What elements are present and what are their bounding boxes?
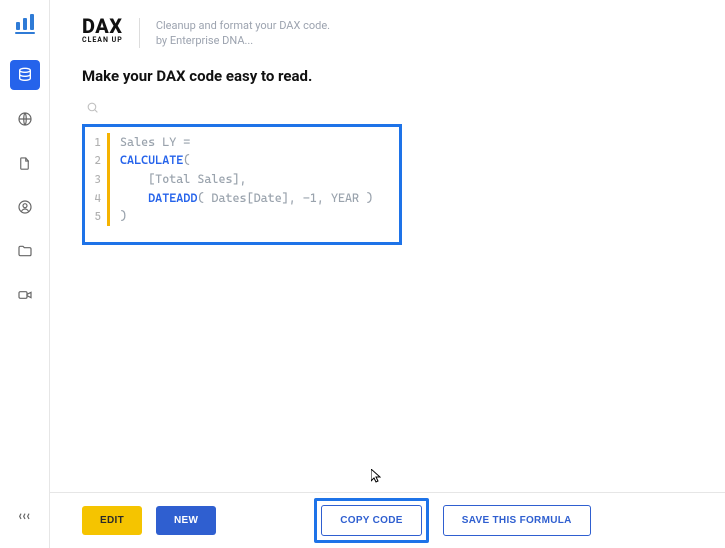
sidebar-item-user[interactable] [10, 192, 40, 222]
new-button[interactable]: NEW [156, 506, 216, 535]
code-line: 4 DATEADD( Dates[Date], -1, YEAR ) [91, 189, 391, 208]
tagline-line2: by Enterprise DNA... [156, 33, 330, 48]
line-number: 3 [91, 171, 107, 188]
sidebar-item-video[interactable] [10, 280, 40, 310]
line-number: 2 [91, 152, 107, 169]
header-divider [139, 18, 140, 48]
line-number: 4 [91, 190, 107, 207]
code-line: 5) [91, 207, 391, 226]
brand-main: DAX [82, 16, 123, 36]
line-number: 1 [91, 134, 107, 151]
header: DAX CLEAN UP Cleanup and format your DAX… [82, 16, 693, 49]
save-formula-button[interactable]: SAVE THIS FORMULA [443, 505, 591, 536]
app-logo [13, 12, 37, 36]
gutter-bar [107, 151, 110, 170]
code-content: Sales LY = [120, 133, 190, 152]
gutter-bar [107, 170, 110, 189]
tagline-line1: Cleanup and format your DAX code. [156, 18, 330, 33]
sidebar-item-folder[interactable] [10, 236, 40, 266]
code-editor[interactable]: 1Sales LY =2CALCULATE(3 [Total Sales],4 … [82, 124, 402, 245]
code-content: [Total Sales], [120, 170, 247, 189]
line-number: 5 [91, 208, 107, 225]
gutter-bar [107, 207, 110, 226]
code-content: DATEADD( Dates[Date], -1, YEAR ) [120, 189, 373, 208]
code-content: CALCULATE( [120, 151, 190, 170]
search-row[interactable] [82, 99, 693, 118]
tagline: Cleanup and format your DAX code. by Ent… [156, 18, 330, 49]
sidebar-item-globe[interactable] [10, 104, 40, 134]
footer: EDIT NEW COPY CODE SAVE THIS FORMULA [50, 492, 725, 548]
code-line: 2 CALCULATE( [91, 151, 391, 170]
main-panel: DAX CLEAN UP Cleanup and format your DAX… [50, 0, 725, 548]
brand-sub: CLEAN UP [82, 37, 123, 44]
sidebar-item-document[interactable] [10, 148, 40, 178]
copy-code-highlight: COPY CODE [314, 498, 429, 543]
gutter-bar [107, 133, 110, 152]
code-content: ) [120, 207, 127, 226]
gutter-bar [107, 189, 110, 208]
sidebar [0, 0, 50, 548]
code-line: 3 [Total Sales], [91, 170, 391, 189]
edit-button[interactable]: EDIT [82, 506, 142, 535]
page-title: Make your DAX code easy to read. [82, 67, 693, 85]
search-icon [86, 99, 99, 118]
sidebar-item-database[interactable] [10, 60, 40, 90]
copy-code-button[interactable]: COPY CODE [321, 505, 422, 536]
code-line: 1 Sales LY = [91, 133, 391, 152]
sidebar-item-settings[interactable] [10, 504, 40, 534]
brand: DAX CLEAN UP [82, 16, 123, 44]
